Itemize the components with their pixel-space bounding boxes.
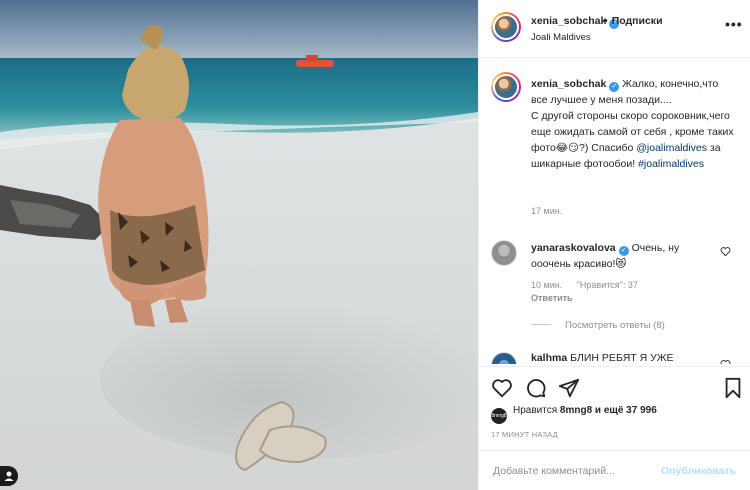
comment-likes[interactable]: "Нравится": 37 <box>577 280 638 290</box>
beach-photo <box>0 0 478 490</box>
comment-like-heart-icon[interactable] <box>720 246 731 257</box>
share-icon[interactable] <box>558 377 580 399</box>
divider-line <box>531 324 551 325</box>
commenter-avatar[interactable] <box>491 240 517 266</box>
caption-text: xenia_sobchak ✓ Жалко, конечно,что все лу… <box>531 78 734 170</box>
verified-icon: ✓ <box>609 82 620 92</box>
post-sidebar: xenia_sobchak ✓ • Подписки Joali Maldives … <box>478 0 750 490</box>
more-icon[interactable]: ••• <box>725 16 743 32</box>
follow-button[interactable]: • Подписки <box>604 15 663 27</box>
comment-meta: 10 мин. "Нравится": 37 <box>531 280 650 290</box>
comment-like-heart-icon[interactable] <box>720 359 731 364</box>
post-timestamp[interactable]: 17 МИНУТ НАЗАД <box>491 430 558 439</box>
post-actions <box>479 366 750 406</box>
post-header: xenia_sobchak ✓ • Подписки Joali Maldives … <box>479 0 750 58</box>
comment-icon[interactable] <box>525 377 547 399</box>
reply-button[interactable]: Ответить <box>531 293 573 303</box>
comment-input[interactable] <box>493 461 663 481</box>
bookmark-icon[interactable] <box>723 377 743 399</box>
likes-count[interactable]: и ещё 37 996 <box>592 405 657 416</box>
comment-text: kalhma БЛИН РЕБЯТ Я УЖЕ <box>531 352 674 364</box>
publish-button[interactable]: Опубликовать <box>661 465 736 477</box>
caption-time: 17 мин. <box>531 206 563 216</box>
separator-dot: • <box>604 15 608 27</box>
caption-username[interactable]: xenia_sobchak <box>531 78 606 90</box>
post-location[interactable]: Joali Maldives <box>531 32 591 43</box>
caption-avatar[interactable] <box>491 72 521 102</box>
mention-link[interactable]: @joalimaldives <box>636 142 707 154</box>
author-avatar[interactable] <box>491 12 521 42</box>
commenter-username[interactable]: kalhma <box>531 352 567 364</box>
commenter-username[interactable]: yanaraskovalova <box>531 242 616 254</box>
liker-avatar[interactable]: 8mng8 <box>491 408 507 424</box>
add-comment-bar: Опубликовать <box>479 450 750 490</box>
comment-time: 10 мин. <box>531 280 563 290</box>
comment-text: yanaraskovalova ✓ Очень, ну ооочень краси… <box>531 242 680 270</box>
liker-username[interactable]: 8mng8 <box>560 405 592 416</box>
view-replies-button[interactable]: Посмотреть ответы (8) <box>531 320 665 331</box>
heart-icon[interactable] <box>491 377 513 399</box>
instagram-post-window: xenia_sobchak ✓ • Подписки Joali Maldives … <box>0 0 750 490</box>
verified-icon: ✓ <box>618 246 629 256</box>
post-photo[interactable] <box>0 0 478 490</box>
likes-summary: 8mng8 Нравится 8mng8 и ещё 37 996 <box>491 405 741 424</box>
hashtag-link[interactable]: #joalimaldives <box>638 158 704 170</box>
comment: kalhma БЛИН РЕБЯТ Я УЖЕ <box>479 350 750 364</box>
follow-label: Подписки <box>611 15 663 27</box>
commenter-avatar[interactable] <box>491 352 517 364</box>
